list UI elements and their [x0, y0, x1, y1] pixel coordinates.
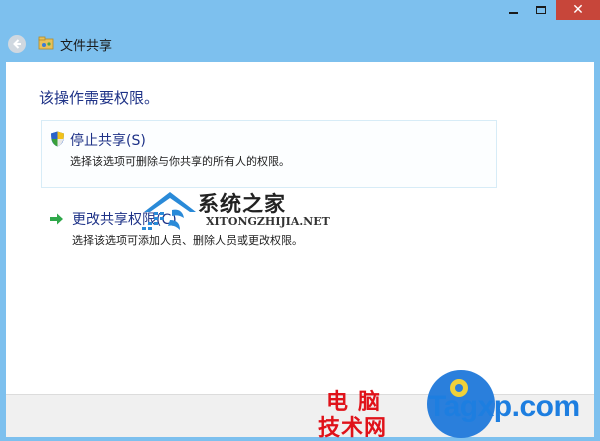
watermark-diannao: 电脑 技术网: [318, 384, 428, 441]
close-icon: ✕: [572, 2, 584, 18]
title-bar: ✕: [0, 0, 600, 24]
minimize-icon: [508, 12, 518, 14]
stop-sharing-option[interactable]: 停止共享(S) 选择该选项可删除与你共享的所有人的权限。: [41, 120, 497, 188]
maximize-button[interactable]: [528, 0, 554, 20]
stop-sharing-label: 停止共享(S): [70, 133, 146, 149]
back-button[interactable]: [8, 35, 26, 53]
house-logo-icon: [142, 192, 196, 230]
watermark-line2: 技术网: [318, 416, 388, 441]
window-title: 文件共享: [60, 39, 113, 54]
uac-shield-icon: [51, 131, 64, 147]
watermark-tagxp-url: Tagxp.com: [428, 390, 580, 423]
stop-sharing-description: 选择该选项可删除与你共享的所有人的权限。: [70, 155, 290, 168]
page-heading: 该操作需要权限。: [39, 89, 160, 107]
back-arrow-icon: [13, 39, 21, 49]
watermark-xitongzhijia: 系统之家 XITONGZHIJIA.NET: [140, 186, 340, 238]
minimize-button[interactable]: [500, 0, 526, 20]
close-button[interactable]: ✕: [556, 0, 600, 20]
folder-share-icon: [38, 36, 54, 50]
file-sharing-window: ✕ 文件共享 该操作需要权限。 停止共享(S) 选择该选项可删除与你共享的所有人…: [0, 0, 600, 441]
watermark-site-name: 系统之家: [198, 192, 286, 216]
maximize-icon: [536, 6, 546, 14]
navigation-bar: 文件共享: [0, 26, 600, 60]
green-arrow-icon: [50, 213, 63, 225]
watermark-site-url: XITONGZHIJIA.NET: [206, 215, 330, 228]
